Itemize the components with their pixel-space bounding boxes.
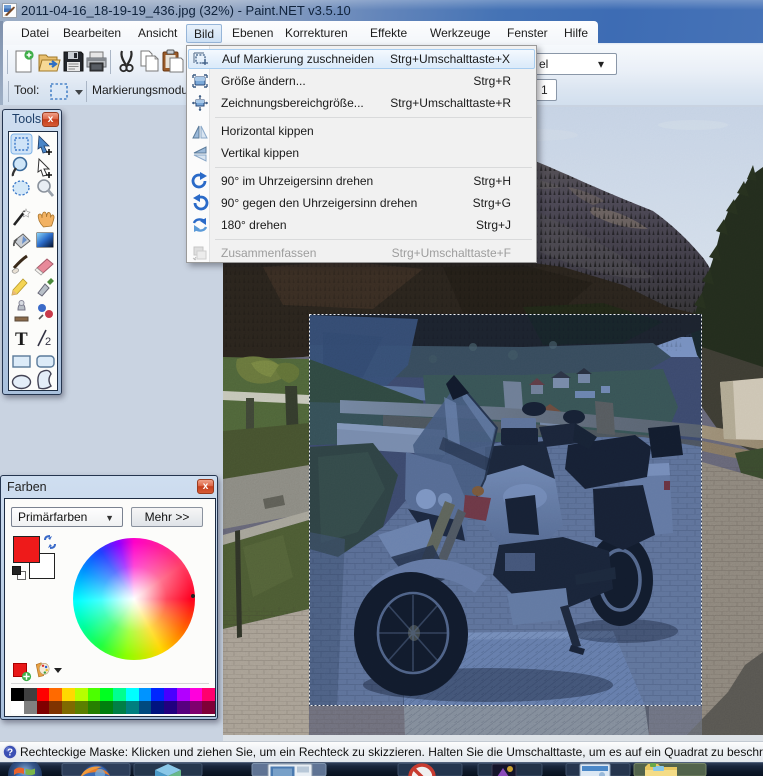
svg-text:?: ? — [7, 748, 13, 759]
svg-text:T: T — [15, 329, 28, 350]
svg-text:2: 2 — [45, 336, 51, 348]
